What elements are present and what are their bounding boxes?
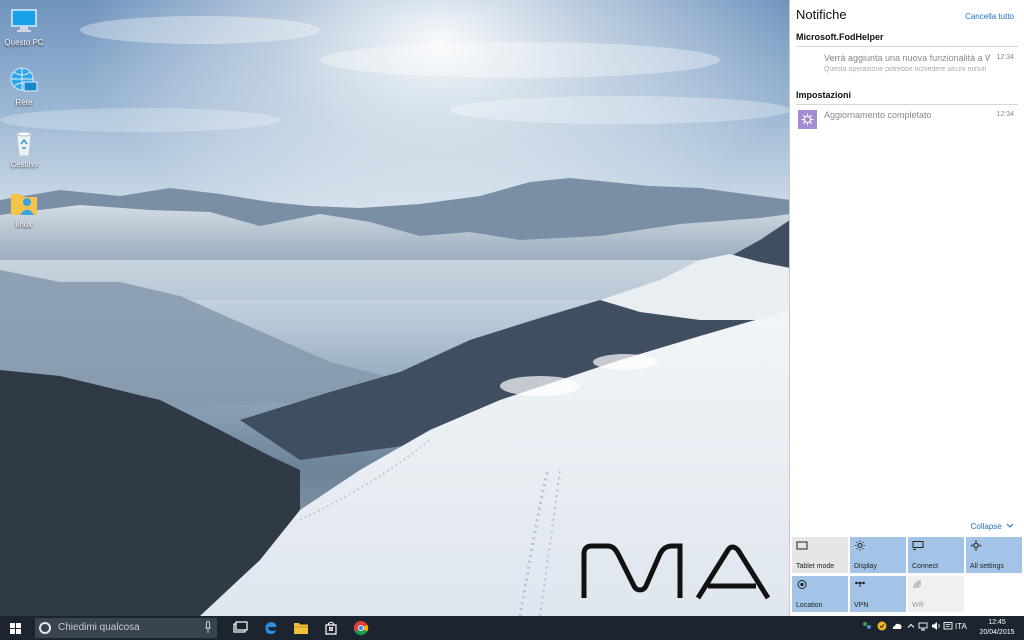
volume-icon[interactable]	[931, 621, 941, 631]
quick-action-label: Display	[854, 563, 877, 570]
quick-action-vpn[interactable]: VPN	[850, 576, 906, 612]
chevron-up-icon[interactable]	[906, 621, 916, 631]
settings-app-icon	[798, 110, 817, 129]
chrome-icon	[353, 620, 369, 636]
desktop-icon-label: Questo PC	[4, 38, 44, 47]
cortana-icon	[39, 622, 51, 634]
quick-action-connect[interactable]: Connect	[908, 537, 964, 573]
desktop-icon-this-pc[interactable]: Questo PC	[2, 6, 46, 48]
quick-action-label: Tablet mode	[796, 563, 835, 570]
vpn-icon	[855, 581, 865, 587]
notification-title: Verrà aggiunta una nuova funzionalità a …	[824, 53, 990, 63]
desktop-icon-label: Rete	[15, 98, 33, 107]
quick-action-location[interactable]: Location	[792, 576, 848, 612]
desktop-icon-user-folder[interactable]: linux	[2, 188, 46, 230]
desktop-icon-recycle-bin[interactable]: Cestino	[2, 128, 46, 170]
quick-action-label: Location	[796, 602, 823, 609]
windows-logo-icon	[10, 623, 21, 634]
action-center-title: Notifiche	[796, 7, 847, 22]
taskbar: Chiedimi qualcosa ITA 12:45 20/04/2015	[0, 616, 1024, 640]
search-placeholder: Chiedimi qualcosa	[58, 622, 140, 633]
taskbar-edge[interactable]	[256, 616, 286, 640]
user-folder-icon	[9, 188, 39, 218]
quick-action-label: Connect	[912, 563, 939, 570]
collapse-button[interactable]: Collapse	[971, 522, 1014, 531]
store-icon	[325, 621, 337, 635]
recycle-bin-icon	[9, 128, 39, 158]
desktop-icon-label: Cestino	[10, 160, 38, 169]
desktop-icon-network[interactable]: Rete	[2, 66, 46, 108]
quick-action-tablet-mode[interactable]: Tablet mode	[792, 537, 848, 573]
clock-time: 12:45	[988, 619, 1006, 626]
edge-icon	[265, 622, 277, 634]
taskbar-file-explorer[interactable]	[286, 616, 316, 640]
quick-action-all-settings[interactable]: All settings	[966, 537, 1022, 573]
quick-action-display[interactable]: Display	[850, 537, 906, 573]
location-icon	[797, 580, 807, 589]
norton-icon[interactable]	[877, 621, 887, 631]
action-center-icon[interactable]	[943, 621, 953, 631]
notification-time: 12:34	[996, 111, 1014, 118]
quick-action-label: Wifi	[912, 602, 924, 609]
notification-body: Questa operazione potrebbe richiedere al…	[824, 66, 987, 73]
notification-title: Aggiornamento completato	[824, 110, 932, 120]
file-explorer-icon	[294, 623, 308, 634]
group-divider	[796, 46, 1018, 47]
notification-group-title[interactable]: Microsoft.FodHelper	[796, 32, 884, 42]
group-divider	[796, 104, 1018, 105]
clear-all-link[interactable]: Cancella tutto	[965, 12, 1014, 21]
network-tray-icon[interactable]	[918, 621, 928, 631]
onedrive-icon[interactable]	[892, 621, 902, 631]
language-indicator[interactable]: ITA	[955, 622, 967, 631]
action-center-panel: Notifiche Cancella tutto Microsoft.FodHe…	[789, 0, 1024, 616]
chevron-down-icon	[1006, 523, 1014, 528]
quick-action-wifi[interactable]: Wifi	[908, 576, 964, 612]
taskbar-task-view[interactable]	[225, 616, 255, 640]
clock-date: 20/04/2015	[979, 629, 1015, 636]
taskbar-store[interactable]	[316, 616, 346, 640]
watermark-logo	[581, 543, 771, 600]
quick-action-label: All settings	[970, 563, 1004, 570]
gear-icon	[971, 540, 981, 551]
people-icon[interactable]	[862, 621, 872, 631]
collapse-label: Collapse	[970, 522, 1002, 531]
taskbar-chrome[interactable]	[346, 616, 376, 640]
brightness-icon	[855, 540, 865, 551]
connect-icon	[912, 541, 924, 550]
gear-icon	[801, 113, 814, 126]
desktop-icon-label: linux	[15, 220, 33, 229]
start-button[interactable]	[0, 616, 32, 640]
notification-group-title[interactable]: Impostazioni	[796, 90, 851, 100]
wifi-icon	[913, 580, 922, 589]
system-clock[interactable]: 12:45 20/04/2015	[977, 618, 1017, 638]
network-icon	[9, 66, 39, 96]
microphone-icon[interactable]	[205, 621, 211, 634]
quick-action-label: VPN	[854, 602, 869, 609]
notification-time: 12:34	[996, 54, 1014, 61]
tablet-mode-icon	[796, 541, 808, 550]
task-view-icon	[233, 621, 248, 633]
this-pc-icon	[9, 6, 39, 36]
search-box[interactable]: Chiedimi qualcosa	[35, 618, 217, 638]
